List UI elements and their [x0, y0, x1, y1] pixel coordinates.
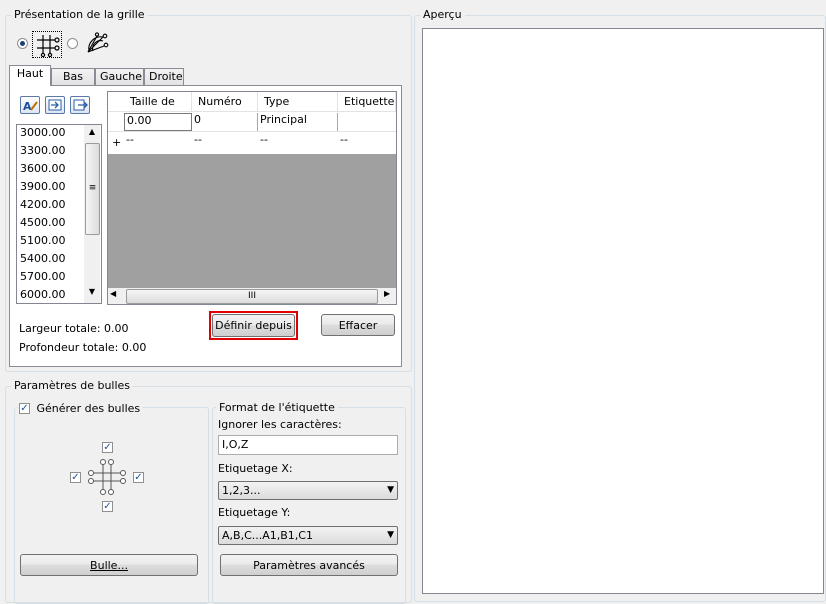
rectangular-grid-icon[interactable]	[32, 31, 62, 58]
table-hscrollbar[interactable]: ◀ III ▶	[108, 288, 396, 304]
grid-presentation-title: Présentation de la grille	[11, 8, 148, 21]
ignore-chars-label: Ignorer les caractères:	[218, 418, 342, 431]
y-labeling-select[interactable]: A,B,C...A1,B1,C1 ▼	[218, 526, 398, 545]
spacing-list-item[interactable]: 4500.00	[20, 214, 66, 232]
spacing-list-item[interactable]: 3000.00	[20, 124, 66, 142]
import-icon	[48, 99, 62, 111]
scroll-right-icon[interactable]: ▶	[384, 289, 390, 298]
spacing-list-item[interactable]: 6000.00	[20, 286, 66, 304]
define-from-button[interactable]: Définir depuis	[212, 314, 295, 337]
chevron-down-icon: ▼	[387, 530, 394, 540]
list-scrollbar[interactable]: ▲ ≡ ▼	[84, 125, 100, 303]
generate-bubbles-header: ✓ Générer des bulles	[17, 401, 143, 415]
import-button[interactable]	[45, 96, 65, 114]
scroll-left-icon[interactable]: ◀	[110, 289, 116, 298]
bubble-grid-icon	[88, 459, 126, 498]
preview-title: Aperçu	[420, 8, 465, 21]
scroll-thumb[interactable]: ≡	[85, 143, 100, 235]
advanced-settings-button[interactable]: Paramètres avancés	[220, 554, 398, 576]
hscroll-thumb[interactable]: III	[126, 289, 378, 304]
bubble-top-checkbox[interactable]: ✓	[102, 442, 113, 453]
generate-bubbles-label[interactable]: Générer des bulles	[37, 402, 141, 415]
cell-size[interactable]: 0.00	[124, 113, 192, 131]
label-format-title: Format de l'étiquette	[216, 401, 338, 414]
bubble-settings-title: Paramètres de bulles	[11, 379, 134, 392]
export-button[interactable]	[70, 96, 90, 114]
total-width: Largeur totale: 0.00	[19, 322, 129, 335]
spacing-list-item[interactable]: 3600.00	[20, 160, 66, 178]
edit-labels-icon: A	[23, 100, 38, 113]
bubble-bottom-checkbox[interactable]: ✓	[102, 501, 113, 512]
clear-button[interactable]: Effacer	[321, 314, 395, 336]
tab-right[interactable]: Droite	[144, 68, 184, 85]
cell-number[interactable]: 0	[192, 113, 258, 131]
new-row-marker: +	[112, 136, 122, 149]
spacing-list-item[interactable]: 5400.00	[20, 250, 66, 268]
chevron-down-icon: ▼	[387, 485, 394, 495]
x-labeling-label: Etiquetage X:	[218, 462, 293, 475]
radio-rectangular-grid[interactable]	[17, 38, 28, 49]
spacing-list-item[interactable]: 5100.00	[20, 232, 66, 250]
svg-text:A: A	[23, 100, 32, 113]
tab-bottom[interactable]: Bas	[51, 68, 95, 85]
cell-type[interactable]: Principal	[258, 113, 338, 131]
radial-grid-icon[interactable]	[84, 32, 110, 56]
ignore-chars-input[interactable]: I,O,Z	[218, 435, 398, 455]
bubble-button[interactable]: Bulle...	[20, 554, 198, 576]
radio-radial-grid[interactable]	[67, 38, 78, 49]
cell-label[interactable]	[338, 113, 396, 131]
generate-bubbles-checkbox[interactable]: ✓	[19, 402, 30, 414]
export-icon	[73, 99, 88, 111]
scroll-up-icon[interactable]: ▲	[84, 127, 100, 141]
col-header-label[interactable]: Etiquette	[338, 92, 396, 111]
bubble-right-checkbox[interactable]: ✓	[133, 472, 144, 483]
bubble-left-checkbox[interactable]: ✓	[70, 472, 81, 483]
spacing-list-item[interactable]: 3300.00	[20, 142, 66, 160]
tab-top[interactable]: Haut	[9, 65, 51, 86]
row-header-corner	[108, 92, 125, 111]
cell-type[interactable]: --	[258, 133, 338, 147]
spacing-list-item[interactable]: 4200.00	[20, 196, 66, 214]
y-labeling-label: Etiquetage Y:	[218, 506, 291, 519]
spacing-list-item[interactable]: 5700.00	[20, 268, 66, 286]
scroll-grip: III	[248, 291, 256, 301]
edit-labels-button[interactable]: A	[20, 96, 40, 114]
total-depth: Profondeur totale: 0.00	[19, 341, 147, 354]
col-header-number[interactable]: Numéro	[192, 92, 258, 111]
x-labeling-select[interactable]: 1,2,3... ▼	[218, 481, 398, 500]
col-header-size[interactable]: Taille de	[124, 92, 192, 111]
cell-label[interactable]: --	[338, 133, 396, 147]
col-header-type[interactable]: Type	[258, 92, 338, 111]
tab-left[interactable]: Gauche	[95, 68, 144, 85]
preview-canvas[interactable]	[422, 28, 824, 594]
cell-size[interactable]: --	[124, 133, 192, 147]
scroll-down-icon[interactable]: ▼	[84, 287, 100, 301]
spacing-list-item[interactable]: 3900.00	[20, 178, 66, 196]
cell-number[interactable]: --	[192, 133, 258, 147]
